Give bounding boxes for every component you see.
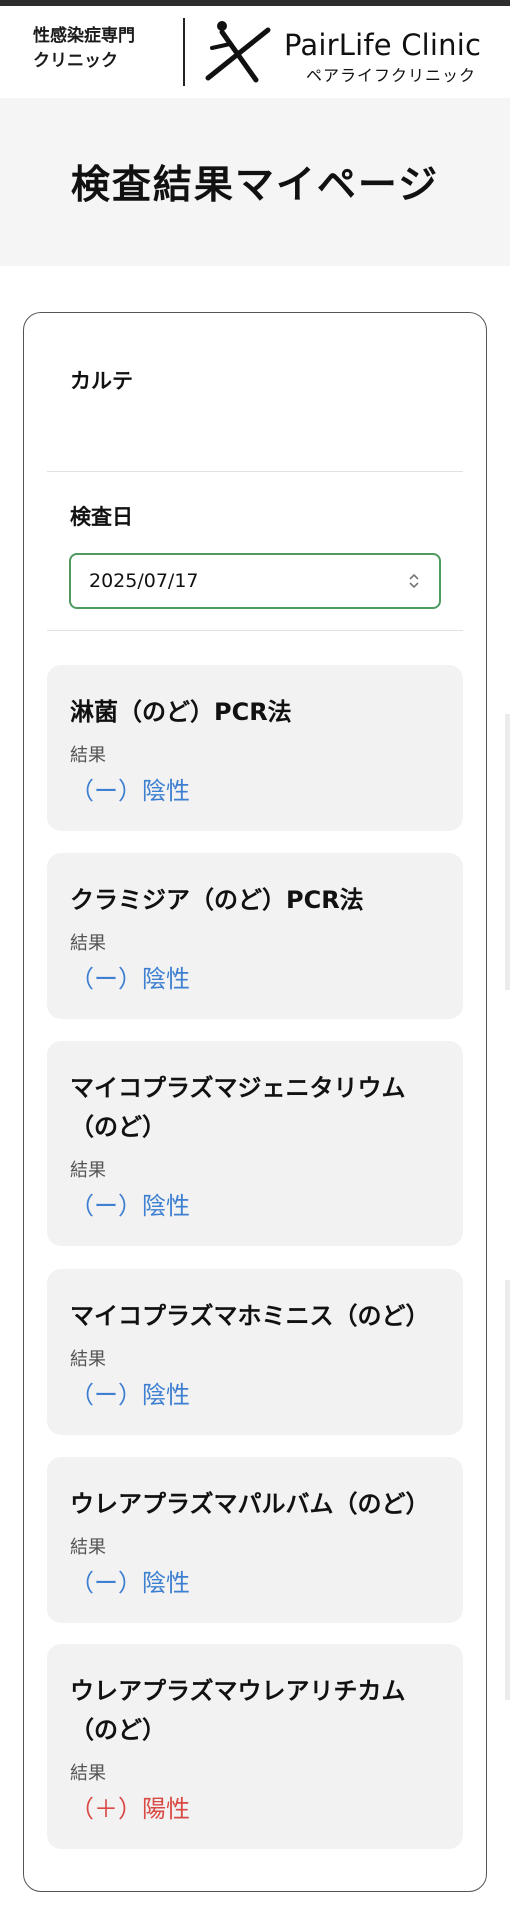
- scroll-hint: [505, 714, 510, 990]
- exam-date-value: 2025/07/17: [89, 570, 199, 592]
- result-value: （＋）陽性: [70, 1795, 190, 1823]
- tagline-line-1: 性感染症専門: [33, 26, 135, 46]
- result-label: 結果: [70, 933, 106, 954]
- test-name: マイコプラズマジェニタリウム（のど）: [70, 1074, 406, 1141]
- test-name: マイコプラズマホミニス（のど）: [70, 1302, 430, 1330]
- result-label: 結果: [70, 1763, 106, 1784]
- exam-date-select[interactable]: 2025/07/17: [69, 553, 441, 609]
- up-down-chevron-icon: [409, 573, 419, 589]
- results-panel: カルテ 検査日 2025/07/17 淋菌（のど）PCR法 結果 （ー）陰性 ク…: [23, 312, 487, 1892]
- test-name: ウレアプラズマウレアリチカム（のど）: [70, 1677, 406, 1744]
- clinic-tagline: 性感染症専門 クリニック: [33, 24, 135, 74]
- result-card: マイコプラズマホミニス（のど） 結果 （ー）陰性: [47, 1269, 463, 1435]
- result-card: マイコプラズマジェニタリウム（のど） 結果 （ー）陰性: [47, 1041, 463, 1246]
- karte-label: カルテ: [70, 369, 133, 393]
- result-value: （ー）陰性: [70, 965, 190, 993]
- result-value: （ー）陰性: [70, 777, 190, 805]
- result-label: 結果: [70, 1160, 106, 1181]
- result-card: ウレアプラズマウレアリチカム（のど） 結果 （＋）陽性: [47, 1644, 463, 1849]
- page-hero: 検査結果マイページ: [0, 98, 510, 266]
- result-value: （ー）陰性: [70, 1569, 190, 1597]
- header-divider: [183, 18, 185, 86]
- tagline-line-2: クリニック: [33, 51, 118, 71]
- divider-2: [47, 630, 463, 631]
- result-label: 結果: [70, 1537, 106, 1558]
- brand-subtitle: ペアライフクリニック: [306, 66, 477, 85]
- scroll-hint: [505, 1280, 510, 1700]
- result-value: （ー）陰性: [70, 1192, 190, 1220]
- test-name: ウレアプラズマパルバム（のど）: [70, 1490, 430, 1518]
- result-label: 結果: [70, 745, 106, 766]
- result-card: 淋菌（のど）PCR法 結果 （ー）陰性: [47, 665, 463, 831]
- test-name: クラミジア（のど）PCR法: [70, 886, 364, 914]
- test-name: 淋菌（のど）PCR法: [70, 698, 292, 726]
- pairlife-logo-icon[interactable]: [204, 18, 274, 84]
- brand-name[interactable]: PairLife Clinic: [284, 28, 481, 62]
- result-card: クラミジア（のど）PCR法 結果 （ー）陰性: [47, 853, 463, 1019]
- divider-1: [47, 471, 463, 472]
- site-header: 性感染症専門 クリニック PairLife Clinic ペアライフクリニック: [0, 6, 510, 98]
- exam-date-label: 検査日: [70, 505, 133, 529]
- result-value: （ー）陰性: [70, 1381, 190, 1409]
- result-card: ウレアプラズマパルバム（のど） 結果 （ー）陰性: [47, 1457, 463, 1623]
- result-label: 結果: [70, 1349, 106, 1370]
- page-title: 検査結果マイページ: [70, 163, 440, 208]
